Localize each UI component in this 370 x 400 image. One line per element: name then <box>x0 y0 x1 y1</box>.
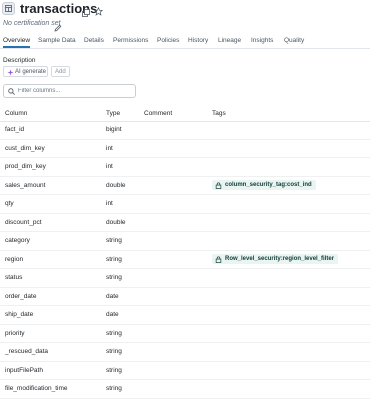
column-type: int <box>106 200 113 207</box>
tag-text: Row_level_security:region_level_filter <box>225 256 334 262</box>
column-name: sales_amount <box>5 181 46 189</box>
filter-columns-input[interactable] <box>18 86 130 96</box>
page-header: transactions <box>0 0 370 19</box>
table-row[interactable]: status string <box>0 269 370 288</box>
column-name: _rescued_data <box>5 348 49 355</box>
column-name: inputFilePath <box>5 366 43 374</box>
ai-generate-button[interactable]: AI generate <box>3 66 48 77</box>
column-header-tags: Tags <box>212 110 226 117</box>
column-type: string <box>106 348 122 355</box>
table-row[interactable]: priority string <box>0 325 370 343</box>
add-description-button[interactable]: Add <box>51 66 70 77</box>
tab-details[interactable]: Details <box>84 37 104 44</box>
tag-value: cost_ind <box>287 181 312 188</box>
tab-insights[interactable]: Insights <box>251 37 273 44</box>
column-name: prod_dim_key <box>5 163 46 170</box>
column-type: string <box>106 237 122 244</box>
table-row[interactable]: discount_pct double <box>0 214 370 232</box>
table-row[interactable]: file_modification_time string <box>0 380 370 399</box>
table-row[interactable]: region string Row_level_security:region_le… <box>0 251 370 269</box>
column-name: status <box>5 274 23 281</box>
description-label: Description <box>3 57 36 64</box>
column-type: string <box>106 385 122 392</box>
column-name: region <box>5 255 24 263</box>
column-name: discount_pct <box>5 218 42 226</box>
column-name: category <box>5 237 30 244</box>
column-name: order_date <box>5 292 37 300</box>
sparkle-icon <box>7 69 14 76</box>
column-name: priority <box>5 329 25 337</box>
column-type: double <box>106 181 126 189</box>
tag-key: column_security_tag <box>225 181 286 188</box>
column-name: file_modification_time <box>5 385 68 392</box>
column-type: date <box>106 311 119 318</box>
table-row[interactable]: prod_dim_key int <box>0 158 370 177</box>
tag-value: region_level_filter <box>282 255 335 262</box>
tag-chip[interactable]: Row_level_security:region_level_filter <box>212 254 338 264</box>
table-row[interactable]: category string <box>0 232 370 251</box>
filter-columns-field[interactable] <box>3 84 136 98</box>
tag-chip[interactable]: column_security_tag:cost_ind <box>212 180 316 190</box>
ai-generate-label: AI generate <box>15 68 47 75</box>
search-icon <box>8 88 15 95</box>
table-row[interactable]: ship_date date <box>0 306 370 325</box>
column-type: string <box>106 329 122 337</box>
tab-history[interactable]: History <box>188 37 208 44</box>
column-name: cust_dim_key <box>5 144 45 152</box>
table-row[interactable]: _rescued_data string <box>0 343 370 362</box>
table-icon <box>2 2 15 15</box>
active-tab-indicator <box>3 46 30 48</box>
column-header-comment: Comment <box>144 110 173 117</box>
table-row[interactable]: inputFilePath string <box>0 362 370 380</box>
column-type: string <box>106 366 122 374</box>
tag-text: column_security_tag:cost_ind <box>225 182 312 188</box>
copy-icon[interactable] <box>82 4 90 22</box>
tab-lineage[interactable]: Lineage <box>218 37 241 44</box>
table-header: Column Type Comment Tags <box>0 107 370 122</box>
column-header-type: Type <box>106 110 121 117</box>
column-type: double <box>106 218 126 226</box>
tab-permissions[interactable]: Permissions <box>113 37 148 44</box>
column-type: string <box>106 274 122 281</box>
table-row[interactable]: fact_id bigint <box>0 121 370 140</box>
star-icon[interactable] <box>93 3 104 21</box>
table-row[interactable]: order_date date <box>0 288 370 306</box>
tag-key: Row_level_security <box>225 255 281 262</box>
column-type: int <box>106 144 113 152</box>
column-name: ship_date <box>5 311 34 318</box>
tab-policies[interactable]: Policies <box>157 37 179 44</box>
table-row[interactable]: sales_amount double column_security_tag:co… <box>0 177 370 195</box>
add-label: Add <box>55 68 66 75</box>
tab-quality[interactable]: Quality <box>284 37 304 44</box>
column-type: int <box>106 163 113 170</box>
column-name: fact_id <box>5 126 25 133</box>
column-type: string <box>106 255 122 263</box>
table-row[interactable]: cust_dim_key int <box>0 140 370 158</box>
certification-status: No certification set <box>3 20 61 27</box>
tab-overview[interactable]: Overview <box>3 37 30 44</box>
tab-bar: Overview Sample Data Details Permissions… <box>0 35 370 49</box>
tab-sample-data[interactable]: Sample Data <box>38 37 76 44</box>
column-name: qty <box>5 200 14 207</box>
column-type: bigint <box>106 126 122 133</box>
table-row[interactable]: qty int <box>0 195 370 214</box>
column-type: date <box>106 292 119 300</box>
column-header-column: Column <box>5 110 28 117</box>
